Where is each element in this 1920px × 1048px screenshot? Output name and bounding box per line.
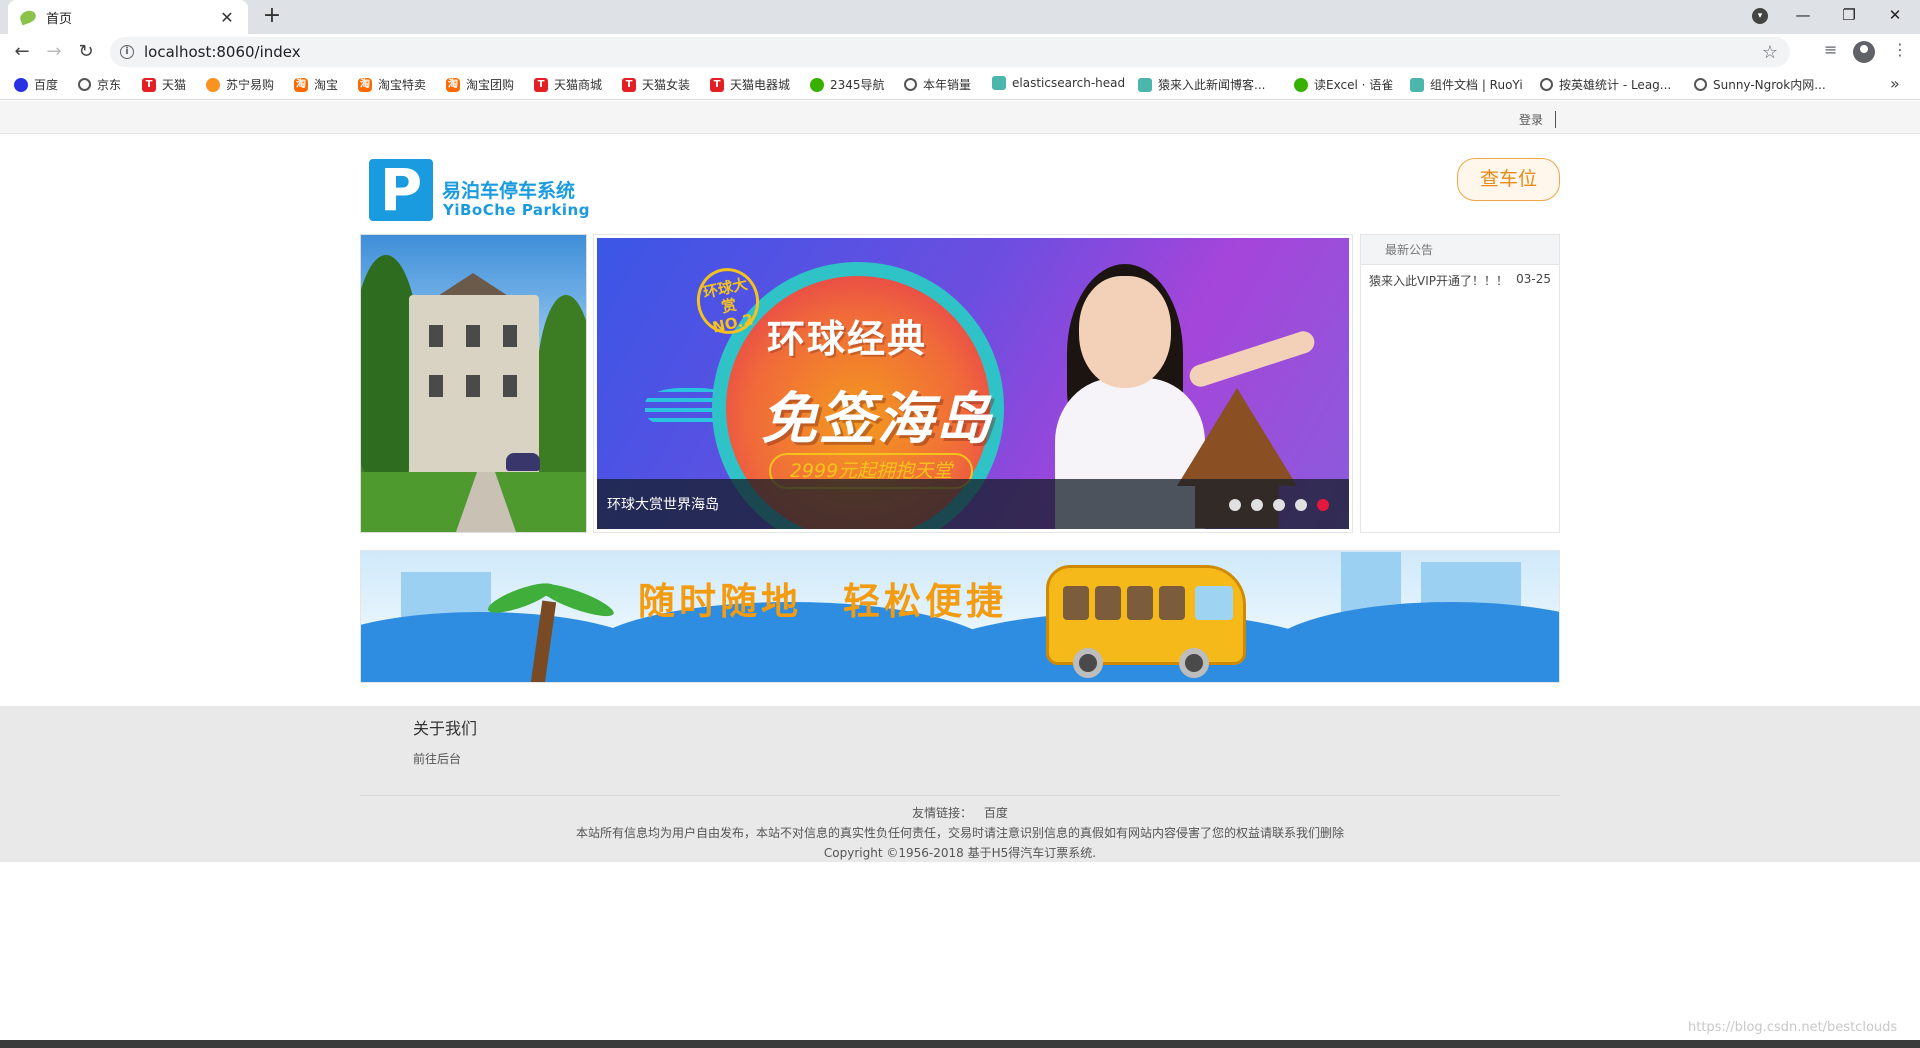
footer-divider: [360, 795, 1560, 796]
bookmark-item[interactable]: 京东: [78, 76, 121, 93]
taobao-icon: 淘: [294, 77, 308, 92]
carousel-indicators: [1229, 499, 1329, 511]
globe-icon: [1694, 78, 1707, 91]
tab-close-icon[interactable]: ✕: [218, 8, 236, 27]
tmall-icon: T: [622, 77, 636, 92]
bus-illustration: [1046, 565, 1246, 678]
restore-button[interactable]: ❐: [1826, 0, 1872, 30]
promo-carousel[interactable]: 环球大赏 NO.2 环球经典 免签海岛 2999元起拥抱天堂 环球大赏世界海岛: [597, 238, 1349, 529]
announcement-text[interactable]: 猿来入此VIP开通了！！！: [1369, 272, 1508, 289]
tmall-icon: T: [710, 77, 724, 92]
carousel-caption[interactable]: 环球大赏世界海岛: [607, 494, 719, 514]
bookmark-item[interactable]: T 天猫商城: [534, 76, 602, 93]
tmall-icon: T: [534, 77, 548, 92]
nav-2345-icon: [810, 77, 824, 92]
url-text[interactable]: localhost:8060/index: [144, 43, 1762, 61]
bookmark-item[interactable]: 淘淘宝特卖: [358, 76, 426, 93]
announcement-item[interactable]: 猿来入此VIP开通了！！！ 03-25: [1361, 272, 1559, 289]
find-parking-button[interactable]: 查车位: [1457, 158, 1560, 201]
bookmark-item[interactable]: 淘淘宝: [294, 76, 338, 93]
disclaimer-text: 本站所有信息均为用户自由发布，本站不对信息的真实性负任何责任，交易时请注意识别信…: [575, 826, 1344, 840]
friend-link-baidu[interactable]: 百度: [984, 806, 1008, 820]
banner-slogan: 随时随地 轻松便捷: [638, 580, 1007, 623]
bookmark-item[interactable]: 按英雄统计 - Leag...: [1540, 76, 1671, 93]
profile-avatar-icon[interactable]: [1853, 41, 1875, 63]
about-us-heading: 关于我们: [413, 719, 478, 738]
parking-logo-icon[interactable]: [369, 159, 433, 221]
bookmark-item[interactable]: 本年销量: [904, 76, 971, 93]
bookmark-star-icon[interactable]: ☆: [1762, 42, 1778, 63]
friend-links-label: 友情链接：: [912, 806, 973, 820]
yuque-icon: [1294, 77, 1308, 92]
watermark-text: https://blog.csdn.net/bestclouds: [1688, 1020, 1898, 1035]
suning-icon: [206, 77, 220, 92]
reload-button[interactable]: ↻: [72, 38, 100, 66]
close-window-button[interactable]: ✕: [1872, 0, 1918, 30]
friend-links: 友情链接： 百度: [0, 804, 1920, 821]
elasticsearch-icon: [992, 76, 1006, 90]
announcement-title: 最新公告: [1361, 235, 1559, 265]
globe-icon: [78, 78, 91, 91]
taobao-icon: 淘: [446, 77, 460, 92]
address-bar[interactable]: i localhost:8060/index ☆: [110, 37, 1790, 67]
browser-tab[interactable]: 首页 ✕: [8, 0, 248, 34]
bookmark-item[interactable]: elasticsearch-head: [992, 76, 1125, 90]
bookmark-item[interactable]: Sunny-Ngrok内网...: [1694, 76, 1826, 93]
forward-button[interactable]: →: [40, 38, 68, 66]
logo-title-en: YiBoChe Parking: [443, 201, 590, 219]
carousel-dot[interactable]: [1295, 499, 1307, 511]
minimize-button[interactable]: —: [1780, 0, 1826, 30]
site-info-icon[interactable]: i: [120, 45, 134, 59]
bookmark-item[interactable]: 读Excel · 语雀: [1294, 76, 1393, 93]
back-button[interactable]: ←: [8, 38, 36, 66]
bookmark-item[interactable]: 猿来入此新闻博客...: [1138, 76, 1265, 93]
globe-icon: [904, 78, 917, 91]
bookmark-item[interactable]: T 天猫女装: [622, 76, 690, 93]
browser-tab-strip: 首页 ✕ + ▾ — ❐ ✕: [0, 0, 1920, 34]
bookmark-item[interactable]: 2345导航: [810, 76, 885, 93]
baidu-paw-icon: [14, 77, 28, 92]
ruoyi-icon: [1410, 77, 1424, 92]
copyright-text: Copyright ©1956-2018 基于H5得汽车订票系统.: [823, 846, 1097, 860]
logo-title-cn: 易泊车停车系统: [442, 180, 576, 202]
stamp-badge: 环球大赏 NO.2: [690, 262, 766, 340]
carousel-dot[interactable]: [1229, 499, 1241, 511]
tmall-icon: T: [142, 77, 156, 92]
bookmark-item[interactable]: 苏宁易购: [206, 76, 274, 93]
bookmark-item[interactable]: 组件文档 | RuoYi: [1410, 76, 1523, 93]
login-link[interactable]: 登录: [1519, 111, 1557, 128]
browser-toolbar: ← → ↻ i localhost:8060/index ☆ ≡ ⋮: [0, 34, 1920, 70]
carousel-dot[interactable]: [1273, 499, 1285, 511]
slide-headline-2: 免签海岛: [761, 387, 993, 452]
new-tab-button[interactable]: +: [258, 4, 286, 30]
media-control-icon[interactable]: ≡: [1824, 40, 1837, 59]
slogan-banner[interactable]: 随时随地 轻松便捷: [360, 550, 1560, 683]
carousel-dot-active[interactable]: [1317, 499, 1329, 511]
villa-promo-image[interactable]: [360, 234, 587, 533]
bookmark-item[interactable]: 百度: [14, 76, 58, 93]
carousel-dot[interactable]: [1251, 499, 1263, 511]
menu-kebab-icon[interactable]: ⋮: [1892, 40, 1908, 59]
bookmark-item[interactable]: 淘淘宝团购: [446, 76, 514, 93]
os-taskbar: [0, 1040, 1920, 1048]
blog-icon: [1138, 77, 1152, 92]
bookmark-item[interactable]: T 天猫电器城: [710, 76, 790, 93]
taobao-icon: 淘: [358, 77, 372, 92]
tab-title: 首页: [46, 11, 73, 27]
announcement-panel: 最新公告 猿来入此VIP开通了！！！ 03-25: [1360, 234, 1560, 533]
tab-search-icon[interactable]: ▾: [1752, 8, 1768, 24]
site-footer: 关于我们 前往后台 友情链接： 百度 本站所有信息均为用户自由发布，本站不对信息…: [0, 706, 1920, 862]
admin-link[interactable]: 前往后台: [413, 750, 461, 767]
slide-headline: 环球经典: [767, 317, 928, 361]
bookmark-item[interactable]: T 天猫: [142, 76, 186, 93]
more-bookmarks-chevron-icon[interactable]: »: [1890, 74, 1900, 93]
leaf-favicon-icon: [18, 8, 38, 26]
bookmarks-bar: 百度 京东 T 天猫 苏宁易购 淘淘宝 淘淘宝特卖 淘淘宝团购 T 天猫商城 T 天猫…: [0, 70, 1920, 100]
globe-icon: [1540, 78, 1553, 91]
site-topbar: 登录: [0, 101, 1920, 134]
announcement-date: 03-25: [1516, 272, 1551, 286]
